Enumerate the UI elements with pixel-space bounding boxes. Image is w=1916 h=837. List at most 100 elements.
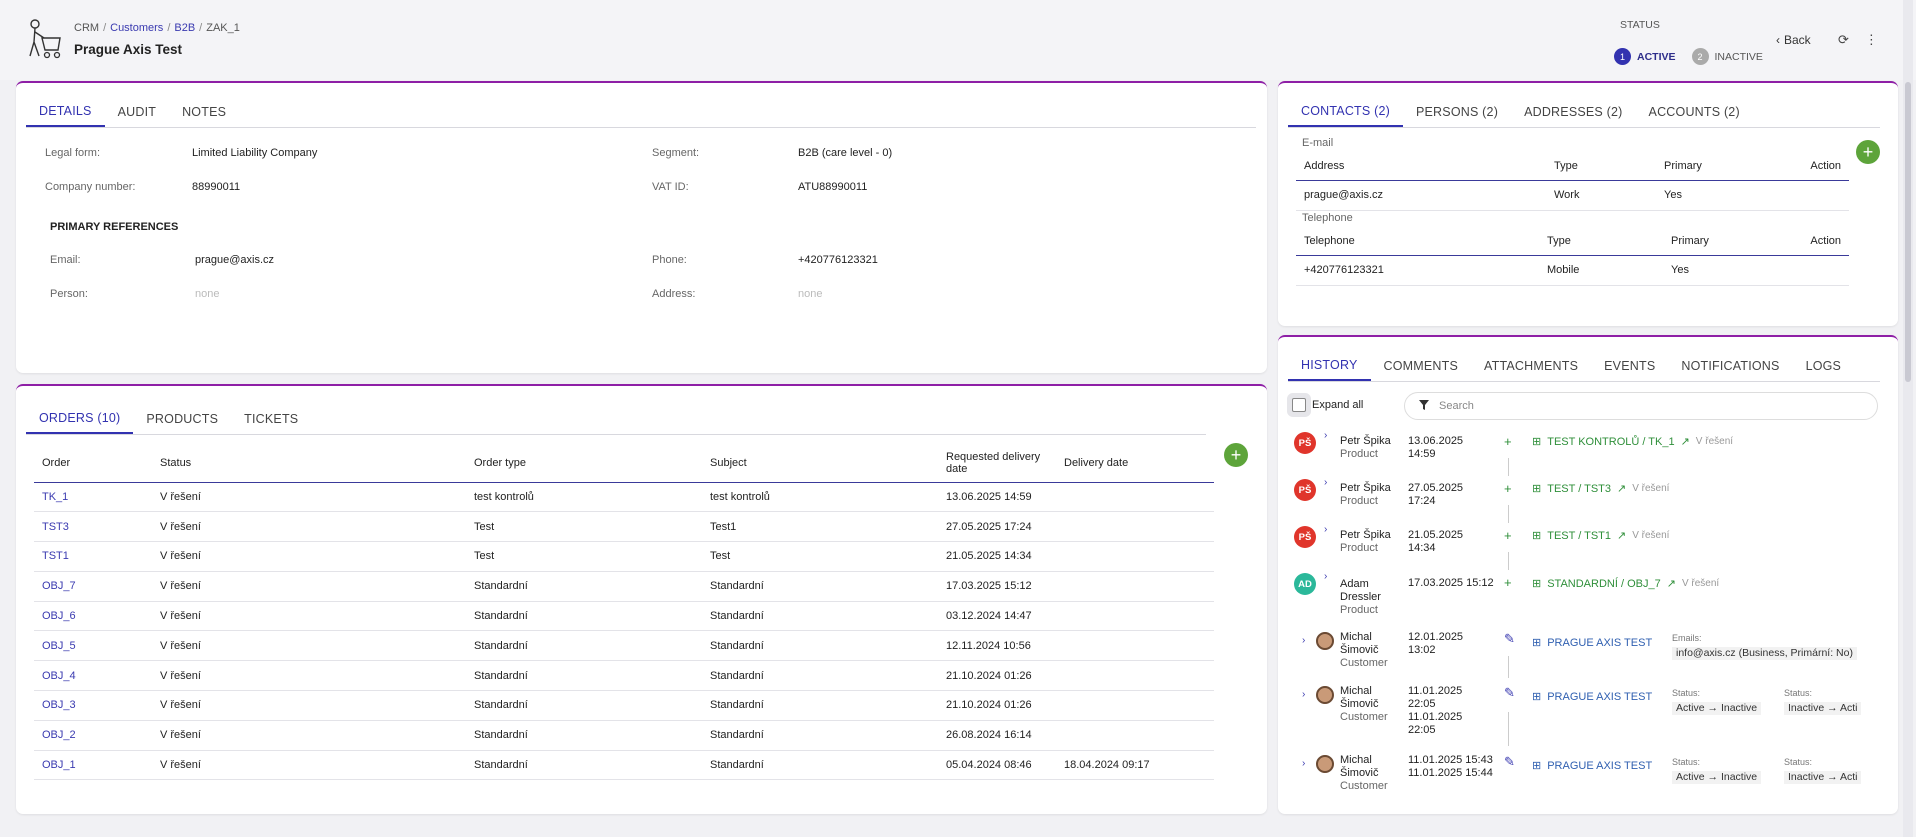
history-item[interactable]: PŠ › Petr Špika Product 27.05.2025 17:24 +… [1292, 477, 1882, 519]
col-status[interactable]: Status [152, 446, 466, 483]
tab-addresses[interactable]: ADDRESSES (2) [1511, 97, 1635, 127]
refresh-icon[interactable]: ⟳ [1838, 32, 1849, 48]
phone-col-type[interactable]: Type [1539, 227, 1663, 256]
col-delivery-date[interactable]: Delivery date [1056, 446, 1214, 483]
add-contact-button[interactable]: + [1856, 140, 1880, 164]
table-row[interactable]: OBJ_7 V řešení Standardní Standardní 17.03.2… [34, 571, 1214, 602]
history-link[interactable]: ⊞ STANDARDNÍ / OBJ_7 ↗ V řešení [1532, 577, 1719, 591]
phone-col-primary[interactable]: Primary [1663, 227, 1756, 256]
tab-comments[interactable]: COMMENTS [1371, 351, 1472, 381]
table-row[interactable]: OBJ_1 V řešení Standardní Standardní 05.04.2… [34, 750, 1214, 781]
table-row[interactable]: OBJ_4 V řešení Standardní Standardní 21.10.2… [34, 660, 1214, 692]
history-item[interactable]: › Michal Šimovič Customer 11.01.2025 22:05 1… [1292, 684, 1882, 736]
back-button[interactable]: ‹ Back [1776, 33, 1811, 47]
col-subject[interactable]: Subject [702, 446, 938, 483]
tab-logs[interactable]: LOGS [1793, 351, 1855, 381]
tab-attachments[interactable]: ATTACHMENTS [1471, 351, 1591, 381]
chevron-right-icon[interactable]: › [1324, 524, 1327, 535]
history-item[interactable]: PŠ › Petr Špika Product 21.05.2025 14:34 +… [1292, 524, 1882, 566]
chevron-right-icon[interactable]: › [1324, 571, 1327, 582]
tab-accounts[interactable]: ACCOUNTS (2) [1636, 97, 1753, 127]
order-cell[interactable]: TST3 [34, 511, 152, 543]
more-vertical-icon[interactable]: ⋮ [1865, 32, 1878, 48]
history-item[interactable]: AD › Adam Dressler Product 17.03.2025 15:1… [1292, 571, 1882, 623]
history-link-text[interactable]: PRAGUE AXIS TEST [1547, 760, 1652, 772]
history-link[interactable]: ⊞ TEST / TST3 ↗ V řešení [1532, 482, 1669, 496]
phone-value[interactable]: +420776123321 [798, 254, 878, 266]
order-cell[interactable]: OBJ_3 [34, 690, 152, 721]
filter-icon[interactable] [1419, 399, 1429, 413]
history-link[interactable]: ⊞ TEST / TST1 ↗ V řešení [1532, 529, 1669, 543]
step-inactive-label[interactable]: INACTIVE [1715, 51, 1763, 63]
history-link-text[interactable]: TEST KONTROLŮ / TK_1 [1547, 436, 1674, 448]
history-link[interactable]: ⊞ PRAGUE AXIS TEST [1532, 759, 1652, 773]
tab-contacts[interactable]: CONTACTS (2) [1288, 97, 1403, 127]
table-row[interactable]: OBJ_6 V řešení Standardní Standardní 03.12.2… [34, 601, 1214, 632]
phone-col-telephone[interactable]: Telephone [1296, 227, 1539, 256]
history-link-text[interactable]: TEST / TST3 [1547, 483, 1611, 495]
history-link[interactable]: ⊞ PRAGUE AXIS TEST [1532, 636, 1652, 650]
history-link-text[interactable]: TEST / TST1 [1547, 530, 1611, 542]
table-row[interactable]: TST3 V řešení Test Test1 27.05.2025 17:24 [34, 511, 1214, 543]
order-cell[interactable]: TK_1 [34, 482, 152, 513]
address-value[interactable]: none [798, 288, 822, 300]
col-requested-delivery[interactable]: Requested delivery date [938, 446, 1056, 483]
history-link-text[interactable]: STANDARDNÍ / OBJ_7 [1547, 578, 1661, 590]
chevron-right-icon[interactable]: › [1324, 477, 1327, 488]
person-value[interactable]: none [195, 288, 219, 300]
breadcrumb-customers[interactable]: Customers [110, 22, 163, 34]
order-cell[interactable]: OBJ_4 [34, 660, 152, 692]
table-row[interactable]: TST1 V řešení Test Test 21.05.2025 14:34 [34, 541, 1214, 572]
tab-events[interactable]: EVENTS [1591, 351, 1668, 381]
tab-notifications[interactable]: NOTIFICATIONS [1668, 351, 1792, 381]
history-search-input[interactable]: Search [1404, 392, 1878, 420]
tab-history[interactable]: HISTORY [1288, 351, 1371, 381]
external-link-icon[interactable]: ↗ [1617, 482, 1626, 495]
chevron-right-icon[interactable]: › [1302, 635, 1305, 646]
expand-all-toggle[interactable]: Expand all [1292, 398, 1363, 412]
tab-tickets[interactable]: TICKETS [231, 404, 311, 434]
email-col-primary[interactable]: Primary [1656, 152, 1752, 181]
tab-products[interactable]: PRODUCTS [133, 404, 231, 434]
history-item[interactable]: PŠ › Petr Špika Product 13.06.2025 14:59 +… [1292, 430, 1882, 472]
email-row[interactable]: prague@axis.cz Work Yes [1296, 180, 1849, 211]
tab-audit[interactable]: AUDIT [105, 97, 170, 127]
page-scrollbar-thumb[interactable] [1905, 82, 1911, 382]
external-link-icon[interactable]: ↗ [1667, 577, 1676, 590]
col-order-type[interactable]: Order type [466, 446, 702, 483]
breadcrumb-crm[interactable]: CRM [74, 22, 99, 34]
table-row[interactable]: OBJ_5 V řešení Standardní Standardní 12.11.2… [34, 630, 1214, 662]
add-order-button[interactable]: + [1224, 443, 1248, 467]
step-active-label[interactable]: ACTIVE [1637, 51, 1676, 63]
email-value[interactable]: prague@axis.cz [195, 254, 274, 266]
history-link[interactable]: ⊞ TEST KONTROLŮ / TK_1 ↗ V řešení [1532, 435, 1733, 449]
history-link-text[interactable]: PRAGUE AXIS TEST [1547, 691, 1652, 703]
tab-orders[interactable]: ORDERS (10) [26, 404, 134, 434]
order-cell[interactable]: OBJ_7 [34, 571, 152, 602]
history-link[interactable]: ⊞ PRAGUE AXIS TEST [1532, 690, 1652, 704]
external-link-icon[interactable]: ↗ [1617, 529, 1626, 542]
chevron-right-icon[interactable]: › [1302, 758, 1305, 769]
col-order[interactable]: Order [34, 446, 152, 483]
step-1-number[interactable]: 1 [1614, 48, 1631, 65]
email-col-type[interactable]: Type [1546, 152, 1656, 181]
history-link-text[interactable]: PRAGUE AXIS TEST [1547, 637, 1652, 649]
tab-details[interactable]: DETAILS [26, 97, 105, 127]
email-address-cell[interactable]: prague@axis.cz [1296, 180, 1546, 211]
order-cell[interactable]: OBJ_6 [34, 601, 152, 632]
order-cell[interactable]: OBJ_1 [34, 750, 152, 781]
step-2-number[interactable]: 2 [1691, 48, 1709, 65]
table-row[interactable]: TK_1 V řešení test kontrolů test kontrolů 13… [34, 482, 1214, 513]
tab-notes[interactable]: NOTES [169, 97, 239, 127]
breadcrumb-b2b[interactable]: B2B [174, 22, 195, 34]
order-cell[interactable]: OBJ_2 [34, 720, 152, 751]
order-cell[interactable]: TST1 [34, 541, 152, 572]
tab-persons[interactable]: PERSONS (2) [1403, 97, 1511, 127]
chevron-right-icon[interactable]: › [1302, 689, 1305, 700]
telephone-number-cell[interactable]: +420776123321 [1296, 255, 1539, 286]
expand-all-checkbox[interactable] [1292, 398, 1306, 412]
email-col-address[interactable]: Address [1296, 152, 1546, 181]
history-item[interactable]: › Michal Šimovič Customer 12.01.2025 13:02 … [1292, 630, 1882, 678]
order-cell[interactable]: OBJ_5 [34, 630, 152, 662]
telephone-row[interactable]: +420776123321 Mobile Yes [1296, 255, 1849, 286]
